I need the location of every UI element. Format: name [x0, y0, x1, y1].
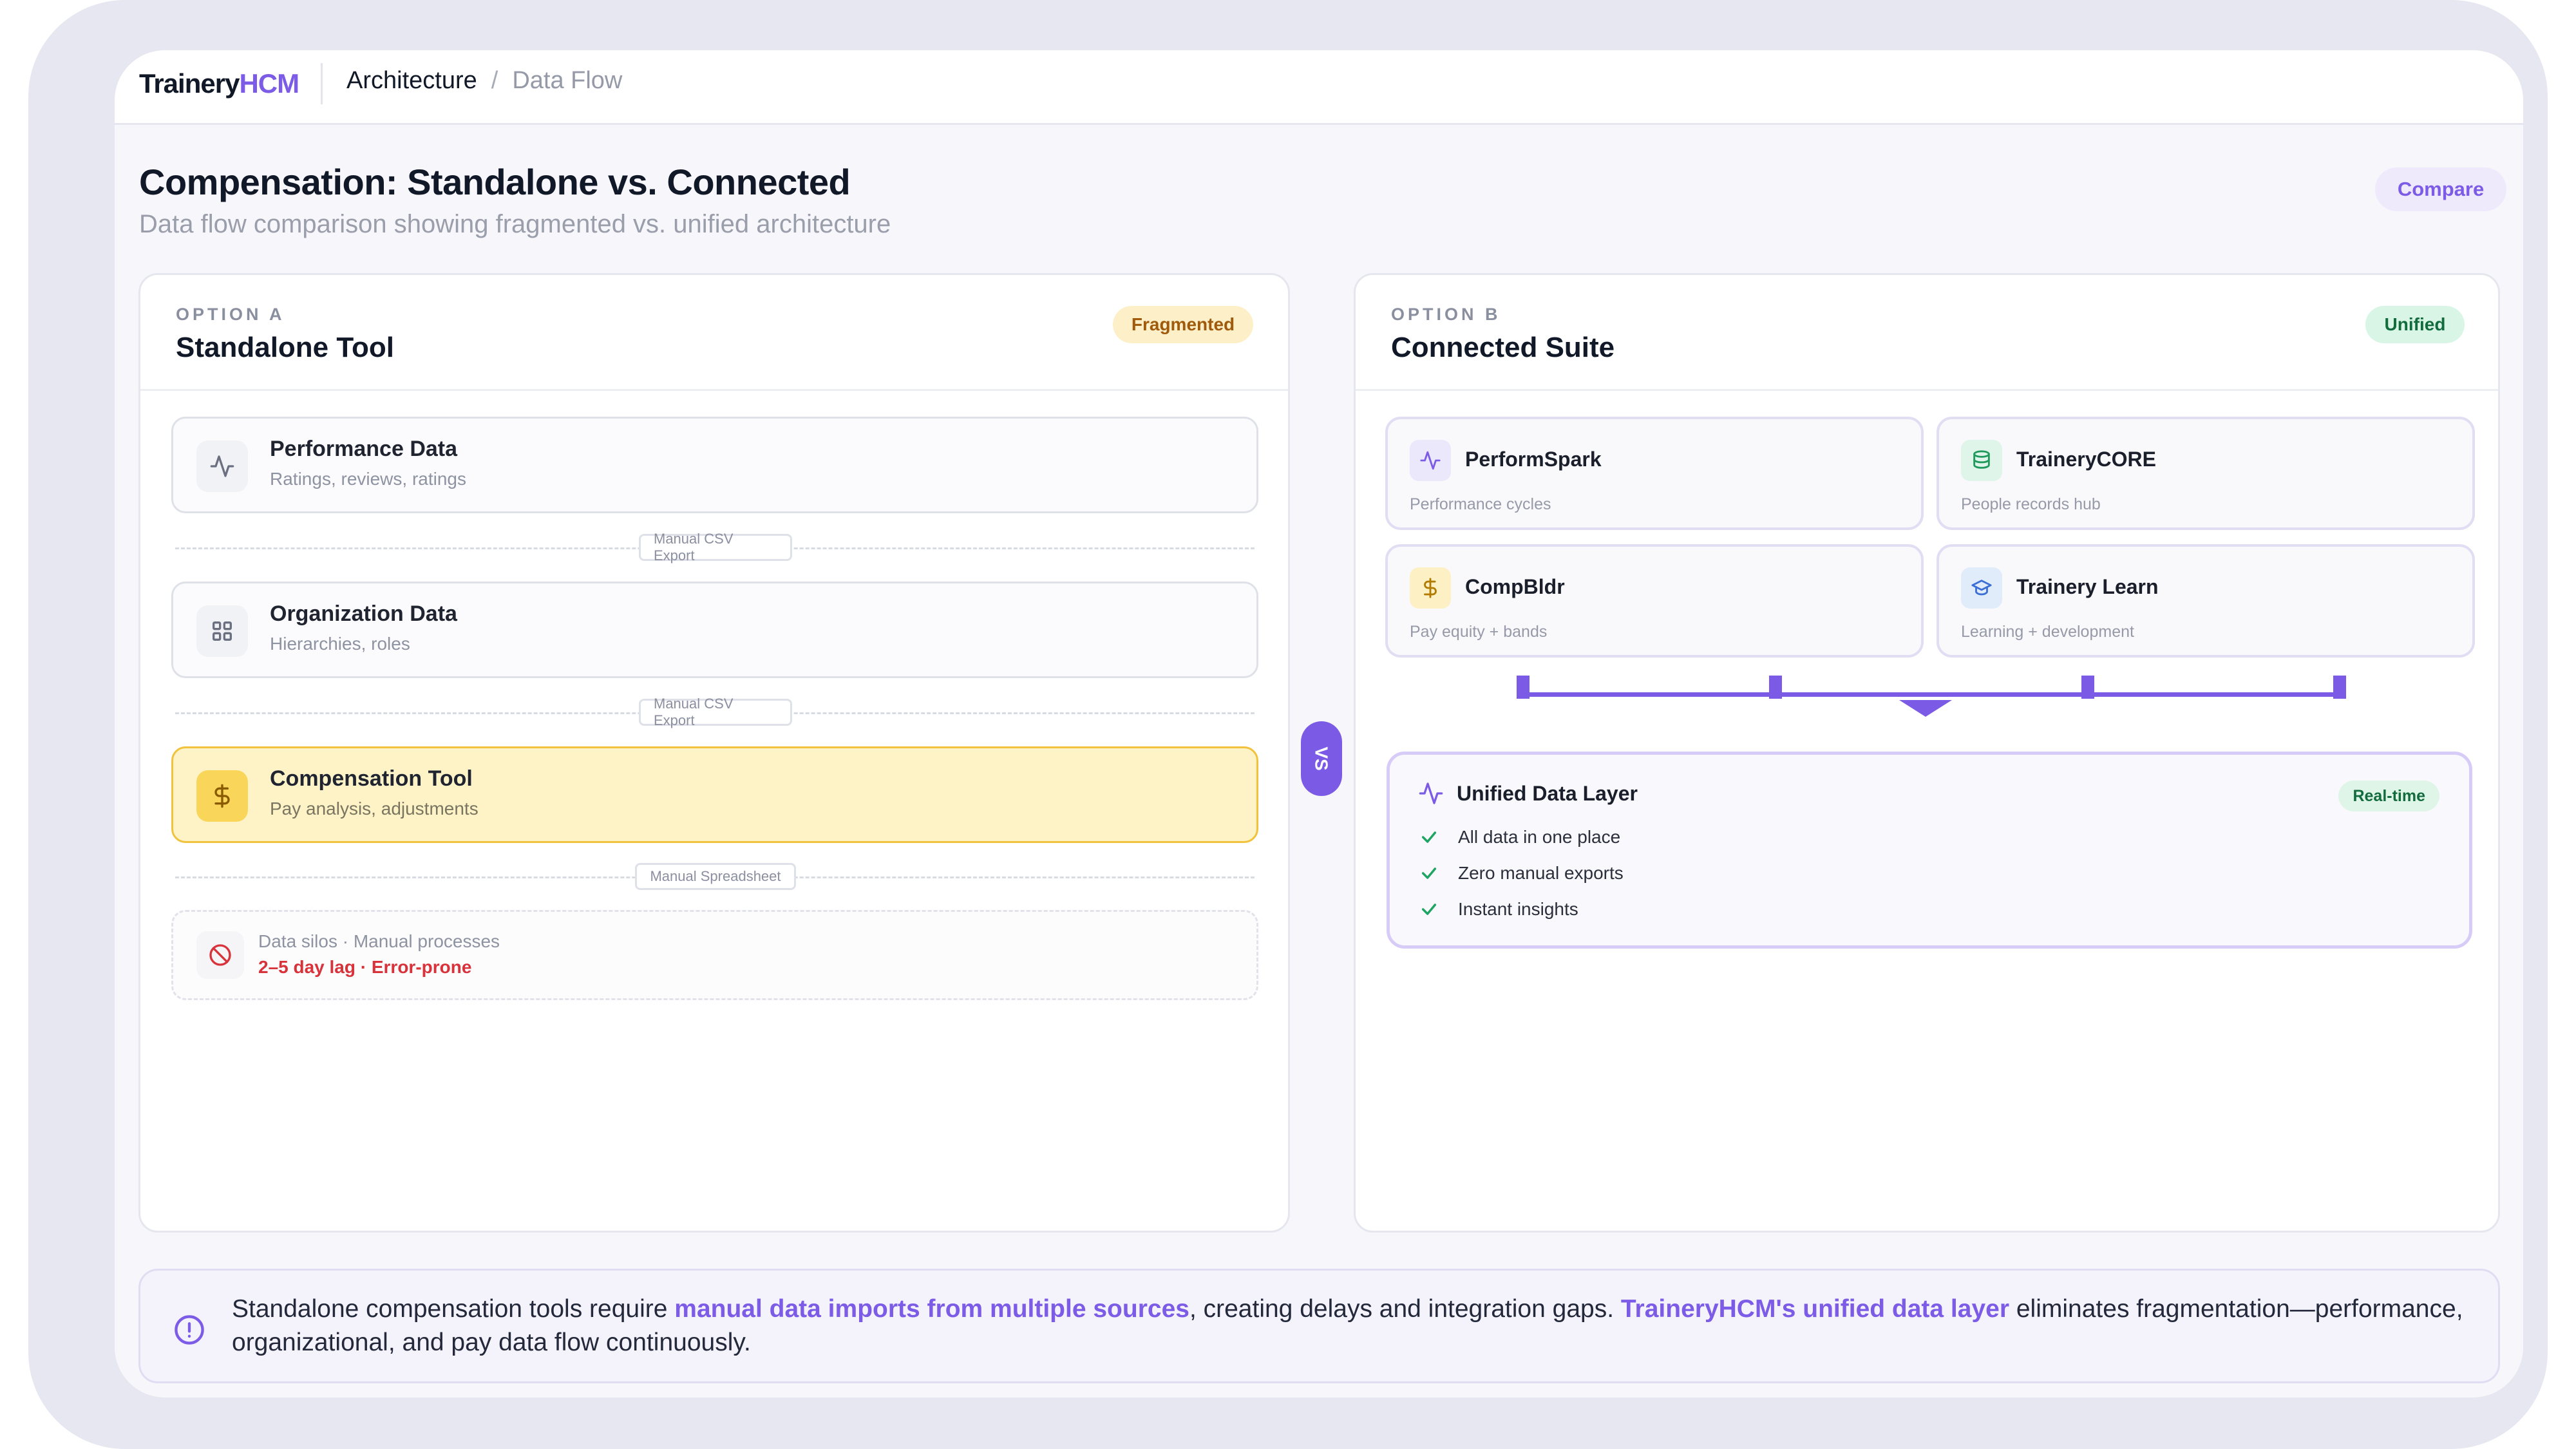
database-icon [1961, 440, 2002, 481]
connector-label: Manual CSV Export [639, 531, 792, 564]
module-subtitle: Pay equity + bands [1410, 623, 1548, 641]
check-icon [1418, 900, 1440, 918]
compensation-tool-card[interactable]: Compensation Tool Pay analysis, adjustme… [171, 746, 1258, 843]
note-text-part: Standalone compensation tools require [232, 1295, 675, 1323]
feature-label: Instant insights [1458, 899, 1578, 919]
breadcrumb: Architecture / Data Flow [346, 67, 622, 95]
card-title: Organization Data [270, 601, 457, 626]
note-highlight-manual-imports: manual data imports from multiple source… [674, 1295, 1189, 1323]
module-title: PerformSpark [1465, 448, 1602, 471]
graduation-cap-icon [1961, 567, 2002, 609]
top-bar: TraineryHCM Architecture / Data Flow [115, 50, 2523, 125]
compare-button[interactable]: Compare [2375, 167, 2506, 211]
option-a-header: OPTION A Standalone Tool Fragmented [140, 275, 1288, 391]
brand-name-part2: HCM [239, 68, 299, 99]
option-b-title: Connected Suite [1391, 332, 1615, 363]
brand-logo[interactable]: TraineryHCM [139, 68, 299, 99]
page-subtitle: Data flow comparison showing fragmented … [139, 210, 891, 238]
vs-divider: VS [1301, 721, 1342, 796]
real-time-badge: Real-time [2338, 781, 2439, 811]
option-a-label: OPTION A [176, 305, 285, 324]
ban-icon [196, 931, 244, 979]
device-frame: TraineryHCM Architecture / Data Flow Com… [28, 0, 2548, 1449]
module-subtitle: Performance cycles [1410, 495, 1551, 513]
info-note: Standalone compensation tools require ma… [138, 1269, 2500, 1383]
vs-label: VS [1311, 746, 1332, 771]
card-subtitle: Ratings, reviews, ratings [270, 469, 467, 489]
data-layer-title: Unified Data Layer [1457, 782, 1638, 805]
option-a-panel: OPTION A Standalone Tool Fragmented Perf… [138, 273, 1290, 1233]
module-title: CompBldr [1465, 575, 1565, 598]
card-title: Compensation Tool [270, 766, 473, 791]
brand-name-part1: Trainery [139, 68, 240, 99]
page-title: Compensation: Standalone vs. Connected [139, 162, 851, 202]
feature-label: All data in one place [1458, 827, 1621, 847]
activity-icon [196, 440, 248, 492]
app-window: TraineryHCM Architecture / Data Flow Com… [115, 50, 2523, 1397]
module-compbldr[interactable]: CompBldr Pay equity + bands [1385, 544, 1924, 658]
option-b-header: OPTION B Connected Suite Unified [1356, 275, 2498, 391]
fragmented-badge: Fragmented [1113, 306, 1253, 343]
unified-data-layer: Unified Data Layer Real-time All data in… [1387, 752, 2472, 949]
feature-item: All data in one place [1418, 827, 1620, 848]
unified-badge: Unified [2365, 306, 2465, 343]
note-highlight-unified-layer: TraineryHCM's unified data layer [1620, 1295, 2010, 1323]
breadcrumb-separator: / [491, 67, 498, 94]
module-subtitle: Learning + development [1961, 623, 2134, 641]
option-b-label: OPTION B [1391, 305, 1501, 324]
module-performspark[interactable]: PerformSpark Performance cycles [1385, 417, 1924, 530]
activity-icon [1418, 781, 1444, 810]
grid-icon [196, 605, 248, 657]
note-text-part: , creating delays and integration gaps. [1189, 1295, 1621, 1323]
breadcrumb-architecture[interactable]: Architecture [346, 67, 477, 95]
module-title: TraineryCORE [2016, 448, 2156, 471]
card-title: Performance Data [270, 437, 458, 461]
organization-data-card[interactable]: Organization Data Hierarchies, roles [171, 582, 1258, 678]
module-subtitle: People records hub [1961, 495, 2101, 513]
module-trainerycore[interactable]: TraineryCORE People records hub [1937, 417, 2475, 530]
activity-icon [1410, 440, 1451, 481]
brand-divider [321, 63, 323, 104]
dollar-icon [196, 770, 248, 822]
check-icon [1418, 864, 1440, 882]
card-subtitle: Pay analysis, adjustments [270, 799, 478, 819]
option-a-title: Standalone Tool [176, 332, 394, 363]
info-note-text: Standalone compensation tools require ma… [232, 1293, 2473, 1359]
dollar-icon [1410, 567, 1451, 609]
breadcrumb-data-flow: Data Flow [512, 67, 623, 94]
data-flow-connector [1517, 676, 2346, 717]
check-icon [1418, 828, 1440, 846]
silo-warning: Data silos · Manual processes 2–5 day la… [171, 910, 1258, 1000]
card-subtitle: Hierarchies, roles [270, 634, 410, 654]
performance-data-card[interactable]: Performance Data Ratings, reviews, ratin… [171, 417, 1258, 513]
feature-label: Zero manual exports [1458, 863, 1624, 883]
option-b-panel: OPTION B Connected Suite Unified Perform… [1354, 273, 2500, 1233]
silo-lag-warning: 2–5 day lag · Error-prone [258, 957, 472, 977]
module-title: Trainery Learn [2016, 575, 2159, 598]
feature-item: Instant insights [1418, 899, 1578, 920]
connector-label: Manual Spreadsheet [635, 863, 796, 890]
info-icon [173, 1313, 206, 1350]
connector-label: Manual CSV Export [639, 696, 792, 728]
silo-description: Data silos · Manual processes [258, 931, 500, 951]
module-trainery-learn[interactable]: Trainery Learn Learning + development [1937, 544, 2475, 658]
feature-item: Zero manual exports [1418, 863, 1624, 884]
